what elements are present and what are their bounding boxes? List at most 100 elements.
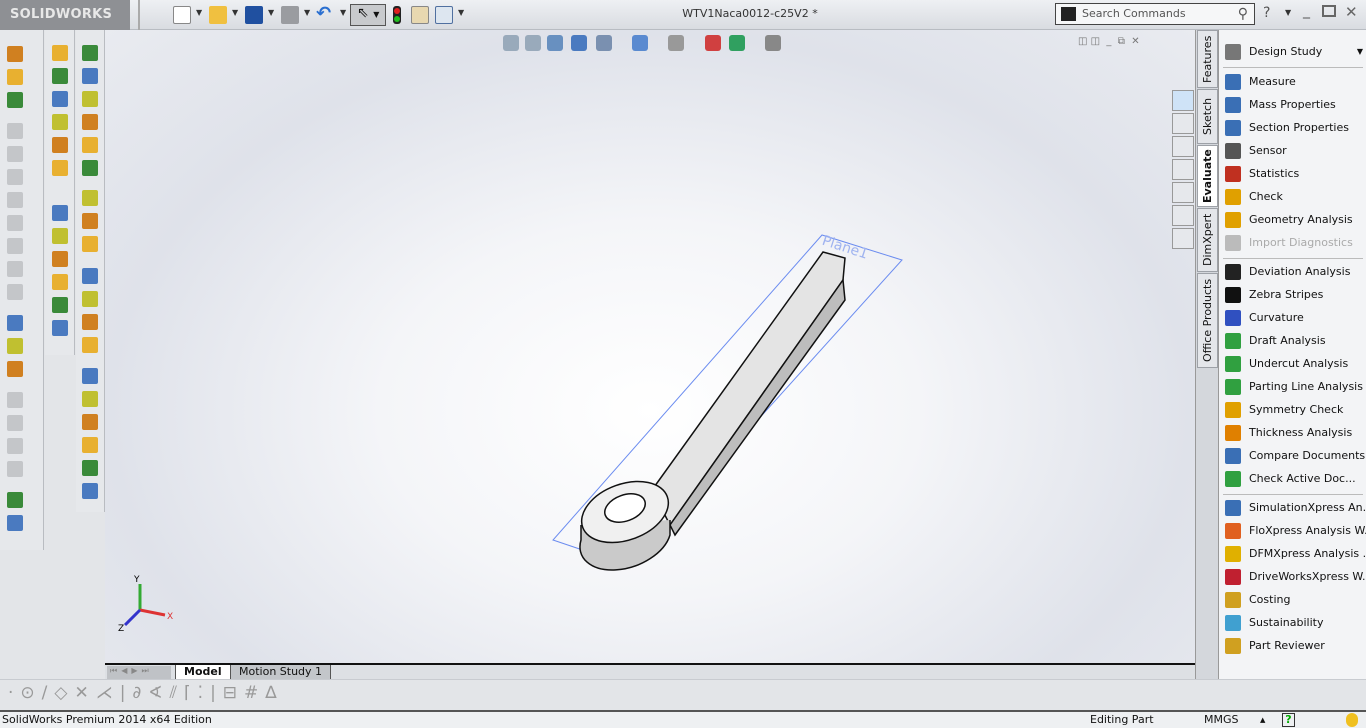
command-icon[interactable] [7, 338, 23, 354]
evaluate-item[interactable]: Thickness Analysis [1225, 423, 1366, 443]
tab-model[interactable]: Model [175, 665, 231, 680]
evaluate-item[interactable]: Curvature [1225, 308, 1366, 328]
evaluate-item[interactable]: Sensor [1225, 141, 1366, 161]
view-tool-icon[interactable] [729, 35, 745, 51]
file-properties-icon[interactable] [411, 6, 429, 24]
evaluate-item[interactable]: Geometry Analysis [1225, 210, 1366, 230]
command-icon[interactable] [52, 45, 68, 61]
command-icon[interactable] [52, 137, 68, 153]
command-icon[interactable] [82, 236, 98, 252]
home-icon[interactable] [1172, 113, 1194, 134]
command-icon[interactable] [7, 92, 23, 108]
command-icon[interactable] [82, 91, 98, 107]
command-icon[interactable] [7, 284, 23, 300]
command-icon[interactable] [52, 320, 68, 336]
command-icon[interactable] [7, 438, 23, 454]
chevron-down-icon[interactable]: ▼ [268, 8, 274, 17]
view-tool-icon[interactable] [765, 35, 781, 51]
command-icon[interactable] [7, 238, 23, 254]
command-icon[interactable] [52, 251, 68, 267]
evaluate-item[interactable]: Check [1225, 187, 1366, 207]
solidworks-logo[interactable]: SOLIDWORKS [0, 0, 130, 30]
command-icon[interactable] [82, 213, 98, 229]
options-icon[interactable] [435, 6, 453, 24]
evaluate-item[interactable]: Statistics [1225, 164, 1366, 184]
file-explorer-icon[interactable] [1172, 159, 1194, 180]
evaluate-item[interactable]: Parting Line Analysis [1225, 377, 1366, 397]
command-icon[interactable] [52, 68, 68, 84]
command-icon[interactable] [7, 69, 23, 85]
evaluate-item[interactable]: Import Diagnostics [1225, 233, 1366, 253]
view-tool-icon[interactable] [596, 35, 612, 51]
command-icon[interactable] [82, 291, 98, 307]
new-icon[interactable] [173, 6, 191, 24]
command-icon[interactable] [82, 160, 98, 176]
evaluate-item[interactable]: Part Reviewer [1225, 636, 1366, 656]
command-icon[interactable] [7, 46, 23, 62]
command-icon[interactable] [52, 91, 68, 107]
units-button[interactable]: MMGS [1204, 712, 1239, 728]
design-study-button[interactable]: Design Study ▼ [1225, 42, 1366, 62]
command-icon[interactable] [52, 297, 68, 313]
view-tool-icon[interactable] [503, 35, 519, 51]
command-icon[interactable] [7, 415, 23, 431]
evaluate-item[interactable]: Compare Documents [1225, 446, 1366, 466]
evaluate-item[interactable]: DFMXpress Analysis ... [1225, 544, 1366, 564]
evaluate-item[interactable]: Costing [1225, 590, 1366, 610]
search-icon[interactable]: ⚲ [1238, 4, 1248, 24]
tab-dimxpert[interactable]: DimXpert [1197, 208, 1218, 272]
tab-scroll-arrows[interactable]: ⏮◀▶⏭ [107, 666, 171, 679]
chevron-down-icon[interactable]: ▼ [232, 8, 238, 17]
view-tool-icon[interactable] [668, 35, 684, 51]
evaluate-item[interactable]: DriveWorksXpress W... [1225, 567, 1366, 587]
evaluate-item[interactable]: FloXpress Analysis W... [1225, 521, 1366, 541]
chevron-down-icon[interactable]: ▼ [340, 8, 346, 17]
custom-properties-icon[interactable] [1172, 228, 1194, 249]
evaluate-item[interactable]: Undercut Analysis [1225, 354, 1366, 374]
view-tool-icon[interactable] [632, 35, 648, 51]
chevron-up-icon[interactable]: ▲ [1260, 712, 1265, 728]
command-icon[interactable] [82, 337, 98, 353]
save-icon[interactable] [245, 6, 263, 24]
command-icon[interactable] [7, 315, 23, 331]
evaluate-item[interactable]: Zebra Stripes [1225, 285, 1366, 305]
sketch-tools-icons[interactable]: ·⊙/◇✕⋌|∂∢⫽⌈⁚|⊟#∆ [8, 683, 284, 703]
command-icon[interactable] [7, 361, 23, 377]
view-tool-icon[interactable] [525, 35, 541, 51]
open-icon[interactable] [209, 6, 227, 24]
help-status-icon[interactable]: ? [1282, 713, 1295, 727]
tab-sketch[interactable]: Sketch [1197, 89, 1218, 144]
command-icon[interactable] [82, 414, 98, 430]
tab-features[interactable]: Features [1197, 30, 1218, 88]
command-icon[interactable] [82, 190, 98, 206]
view-tool-icon[interactable] [547, 35, 563, 51]
command-icon[interactable] [52, 228, 68, 244]
command-icon[interactable] [7, 515, 23, 531]
chevron-down-icon[interactable]: ▼ [304, 8, 310, 17]
command-icon[interactable] [7, 215, 23, 231]
evaluate-item[interactable]: Mass Properties [1225, 95, 1366, 115]
command-icon[interactable] [52, 160, 68, 176]
command-icon[interactable] [7, 392, 23, 408]
appearances-icon[interactable] [1172, 205, 1194, 226]
command-icon[interactable] [82, 268, 98, 284]
search-commands-input[interactable]: Search Commands ⚲ [1055, 3, 1255, 25]
restore-icon[interactable] [1322, 5, 1336, 17]
close-icon[interactable]: ✕ [1345, 3, 1358, 21]
command-icon[interactable] [52, 205, 68, 221]
chevron-down-icon[interactable]: ▼ [1285, 8, 1291, 17]
design-library-icon[interactable] [1172, 136, 1194, 157]
view-tool-icon[interactable] [705, 35, 721, 51]
command-icon[interactable] [7, 169, 23, 185]
evaluate-item[interactable]: Sustainability [1225, 613, 1366, 633]
command-icon[interactable] [82, 437, 98, 453]
command-icon[interactable] [82, 368, 98, 384]
resources-icon[interactable] [1172, 90, 1194, 111]
evaluate-item[interactable]: Deviation Analysis [1225, 262, 1366, 282]
viewport-window-controls[interactable]: ◫ ◫ _ ⧉ ✕ [1078, 36, 1140, 47]
command-icon[interactable] [82, 68, 98, 84]
view-palette-icon[interactable] [1172, 182, 1194, 203]
evaluate-item[interactable]: Draft Analysis [1225, 331, 1366, 351]
command-icon[interactable] [82, 314, 98, 330]
rebuild-icon[interactable] [393, 6, 401, 24]
